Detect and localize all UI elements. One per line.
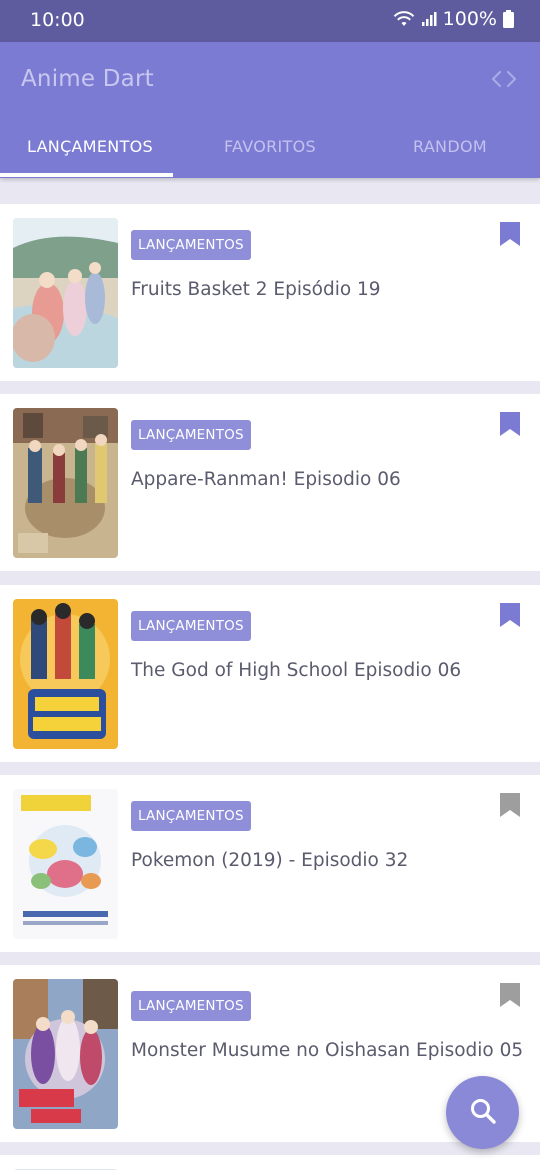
bookmark-icon[interactable] <box>500 222 520 250</box>
battery-icon <box>503 10 514 28</box>
tab-label: RANDOM <box>413 137 487 156</box>
category-badge: LANÇAMENTOS <box>131 420 251 450</box>
code-icon[interactable] <box>490 68 518 94</box>
bookmark-icon[interactable] <box>500 412 520 440</box>
category-badge: LANÇAMENTOS <box>131 611 251 641</box>
episode-card[interactable]: LANÇAMENTOS Pokemon (2019) - Episodio 32 <box>0 775 540 952</box>
app-title: Anime Dart <box>21 66 154 92</box>
status-bar: 10:00 100% <box>0 0 540 42</box>
bookmark-icon[interactable] <box>500 983 520 1011</box>
tab-favoritos[interactable]: FAVORITOS <box>180 126 360 178</box>
episode-thumbnail <box>13 599 118 749</box>
signal-icon <box>421 11 437 27</box>
episode-thumbnail <box>13 218 118 368</box>
search-icon <box>469 1097 497 1129</box>
status-time: 10:00 <box>30 9 85 31</box>
episode-card[interactable]: LANÇAMENTOS Fruits Basket 2 Episódio 19 <box>0 204 540 381</box>
wifi-icon <box>393 10 415 28</box>
episode-thumbnail <box>13 408 118 558</box>
bookmark-icon[interactable] <box>500 793 520 821</box>
episode-card[interactable] <box>0 1155 540 1170</box>
episode-title: Monster Musume no Oishasan Episodio 05 <box>131 1040 524 1061</box>
status-icons: 100% <box>393 8 514 30</box>
episode-card[interactable]: LANÇAMENTOS Appare-Ranman! Episodio 06 <box>0 394 540 571</box>
episode-title: Fruits Basket 2 Episódio 19 <box>131 279 381 300</box>
tab-lancamentos[interactable]: LANÇAMENTOS <box>0 126 180 178</box>
tab-indicator <box>0 173 173 177</box>
episode-card[interactable]: LANÇAMENTOS The God of High School Episo… <box>0 585 540 762</box>
tab-label: FAVORITOS <box>224 137 316 156</box>
category-badge: LANÇAMENTOS <box>131 801 251 831</box>
search-button[interactable] <box>446 1076 519 1149</box>
episode-title: Pokemon (2019) - Episodio 32 <box>131 850 409 871</box>
tab-label: LANÇAMENTOS <box>26 137 154 156</box>
episode-title: The God of High School Episodio 06 <box>131 660 462 681</box>
episode-thumbnail <box>13 789 118 939</box>
episode-thumbnail <box>13 979 118 1129</box>
category-badge: LANÇAMENTOS <box>131 991 251 1021</box>
bookmark-icon[interactable] <box>500 603 520 631</box>
episode-title: Appare-Ranman! Episodio 06 <box>131 469 401 490</box>
battery-text: 100% <box>442 8 497 30</box>
tab-random[interactable]: RANDOM <box>360 126 540 178</box>
app-bar: Anime Dart LANÇAMENTOS FAVORITOS RANDOM <box>0 42 540 178</box>
category-badge: LANÇAMENTOS <box>131 230 251 260</box>
tab-bar: LANÇAMENTOS FAVORITOS RANDOM <box>0 126 540 178</box>
